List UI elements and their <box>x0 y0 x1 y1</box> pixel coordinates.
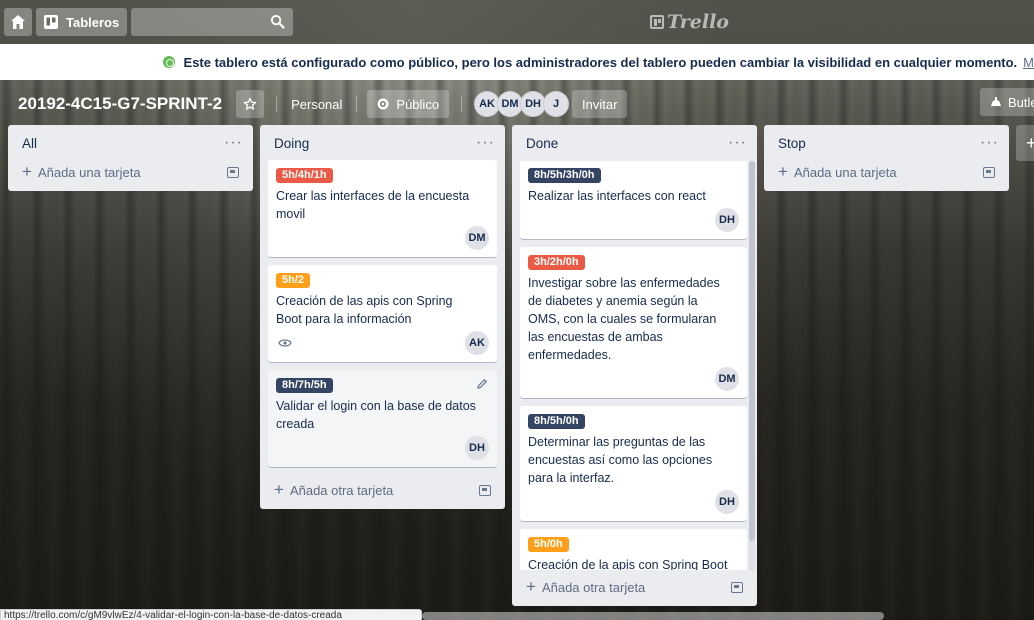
card-title: Validar el login con la base de datos cr… <box>276 399 476 431</box>
card-member-avatar[interactable]: DH <box>715 490 739 514</box>
card-member-avatar[interactable]: DH <box>715 208 739 232</box>
board-title[interactable]: 20192-4C15-G7-SPRINT-2 <box>18 94 222 114</box>
card-title: Investigar sobre las enfermedades de dia… <box>528 276 720 362</box>
banner-more-link[interactable]: M <box>1023 55 1034 70</box>
header-divider <box>356 96 358 112</box>
visibility-button[interactable]: Público <box>367 90 450 118</box>
list-header: Stop ··· <box>764 125 1009 161</box>
search-icon <box>271 14 285 29</box>
card-footer: DM <box>528 366 739 392</box>
list-menu-button[interactable]: ··· <box>980 135 999 151</box>
card-label: 8h/5h/0h <box>528 414 585 429</box>
card-footer: DH <box>276 435 489 461</box>
team-button[interactable]: Personal <box>281 90 352 118</box>
card-title: Creación de la apis con Spring Boot para… <box>528 558 728 570</box>
status-bar-url: https://trello.com/c/gM9vlwEz/4-validar-… <box>0 609 422 620</box>
add-card-button[interactable]: + Añada otra tarjeta <box>260 475 505 505</box>
butler-button[interactable]: Butler <box>980 88 1034 116</box>
board-members: AK DM DH J <box>474 91 570 117</box>
watch-eye-icon <box>278 339 292 347</box>
card-label: 5h/2 <box>276 273 311 288</box>
card-member-avatar[interactable]: DH <box>465 436 489 460</box>
butler-icon <box>991 97 1001 106</box>
home-button[interactable] <box>4 8 32 36</box>
board-horizontal-scrollbar[interactable] <box>422 612 884 620</box>
card-template-icon[interactable] <box>731 581 743 593</box>
card[interactable]: 8h/7h/5h Validar el login con la base de… <box>268 370 497 467</box>
search-input[interactable] <box>131 8 294 36</box>
plus-icon: + <box>526 577 536 596</box>
card-title: Determinar las preguntas de las encuesta… <box>528 435 713 485</box>
list-menu-button[interactable]: ··· <box>224 135 243 151</box>
card-template-icon[interactable] <box>479 484 491 496</box>
card-footer: DH <box>528 207 739 233</box>
boards-label: Tableros <box>66 14 120 30</box>
banner-text: Este tablero está configurado como públi… <box>183 54 1018 70</box>
list-title[interactable]: Done <box>526 136 558 151</box>
list-title[interactable]: Doing <box>274 136 309 151</box>
card[interactable]: 8h/5h/3h/0h Realizar las interfaces con … <box>520 161 747 239</box>
add-card-button[interactable]: + Añada una tarjeta <box>764 157 1009 187</box>
member-avatar[interactable]: J <box>543 91 570 117</box>
card-member-avatar[interactable]: DM <box>715 367 739 391</box>
top-header: Tableros Trello <box>0 0 1034 44</box>
card-title: Realizar las interfaces con react <box>528 189 706 203</box>
card-footer: DH <box>528 489 739 515</box>
card[interactable]: 5h/4h/1h Crear las interfaces de la encu… <box>268 160 497 257</box>
plus-icon: + <box>22 162 32 181</box>
list-stop: Stop ··· + Añada una tarjeta <box>764 125 1009 191</box>
card-footer: AK <box>276 330 489 356</box>
list-scrollbar-thumb[interactable] <box>749 161 755 541</box>
card-label: 8h/5h/3h/0h <box>528 168 601 183</box>
card-title: Creación de las apis con Spring Boot par… <box>276 294 453 326</box>
card-label: 5h/4h/1h <box>276 168 333 183</box>
card-member-avatar[interactable]: AK <box>465 331 489 355</box>
star-icon <box>243 97 257 110</box>
list-all: All ··· + Añada una tarjeta <box>8 125 253 191</box>
card[interactable]: 5h/2 Creación de las apis con Spring Boo… <box>268 265 497 362</box>
list-header: Done ··· <box>512 125 757 161</box>
add-card-button[interactable]: + Añada otra tarjeta <box>512 572 757 602</box>
list-menu-button[interactable]: ··· <box>476 135 495 151</box>
card-template-icon[interactable] <box>983 166 995 178</box>
header-divider <box>461 96 463 112</box>
globe-icon <box>377 98 389 110</box>
list-cards-area: 8h/5h/3h/0h Realizar las interfaces con … <box>512 161 757 570</box>
trello-logo[interactable]: Trello <box>650 11 729 33</box>
trello-logo-icon <box>650 15 664 29</box>
card-label: 5h/0h <box>528 537 569 552</box>
card-template-icon[interactable] <box>227 166 239 178</box>
public-globe-icon <box>162 56 175 68</box>
list-header: All ··· <box>8 125 253 161</box>
list-title[interactable]: Stop <box>778 136 806 151</box>
list-done: Done ··· 8h/5h/3h/0h Realizar las interf… <box>512 125 757 606</box>
star-button[interactable] <box>236 90 265 118</box>
card-member-avatar[interactable]: DM <box>465 226 489 250</box>
boards-button[interactable]: Tableros <box>36 8 128 36</box>
list-title[interactable]: All <box>22 136 37 151</box>
home-icon <box>11 15 25 29</box>
card-title: Crear las interfaces de la encuesta movi… <box>276 189 470 221</box>
card-footer: DM <box>276 225 489 251</box>
card[interactable]: 8h/5h/0h Determinar las preguntas de las… <box>520 406 747 521</box>
edit-pencil-icon[interactable] <box>476 378 488 390</box>
plus-icon: + <box>778 162 788 181</box>
board-icon <box>44 15 58 29</box>
list-doing: Doing ··· 5h/4h/1h Crear las interfaces … <box>260 125 505 509</box>
list-header: Doing ··· <box>260 125 505 161</box>
board-header: 20192-4C15-G7-SPRINT-2 Personal Público … <box>0 88 1034 120</box>
card[interactable]: 5h/0h Creación de la apis con Spring Boo… <box>520 529 747 570</box>
invite-button[interactable]: Invitar <box>572 90 628 118</box>
add-list-button[interactable]: + <box>1016 125 1034 161</box>
plus-icon: + <box>274 480 284 499</box>
list-menu-button[interactable]: ··· <box>728 135 747 151</box>
card[interactable]: 3h/2h/0h Investigar sobre las enfermedad… <box>520 247 747 398</box>
add-card-button[interactable]: + Añada una tarjeta <box>8 157 253 187</box>
card-label: 8h/7h/5h <box>276 378 333 393</box>
header-divider <box>276 96 278 112</box>
visibility-banner: Este tablero está configurado como públi… <box>0 44 1034 80</box>
card-label: 3h/2h/0h <box>528 255 585 270</box>
